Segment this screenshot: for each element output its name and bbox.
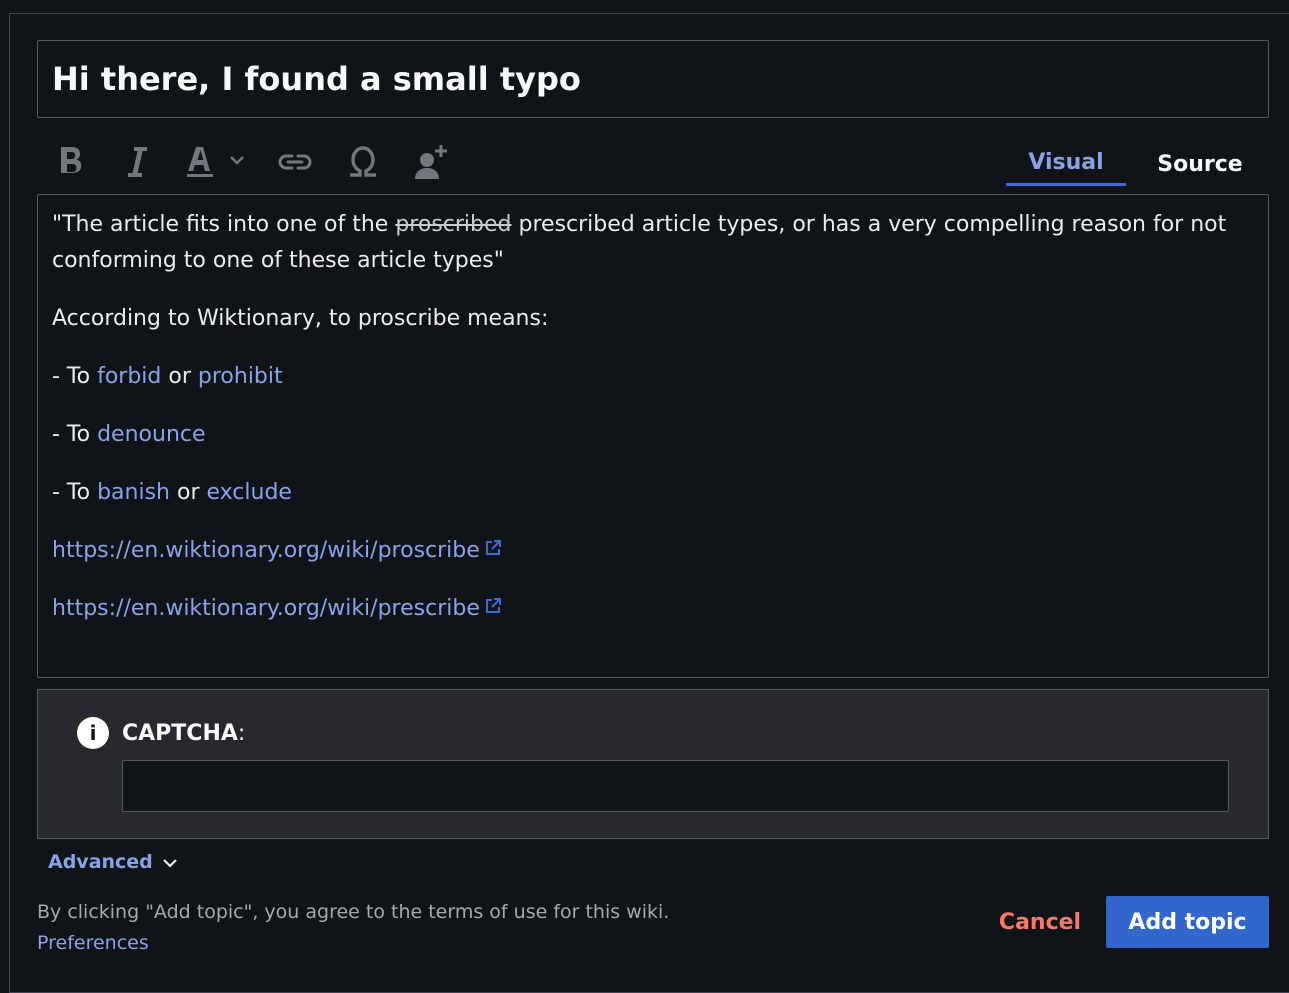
quote-start: "The article fits into one of the — [52, 212, 396, 237]
captcha-section: i CAPTCHA: — [37, 689, 1269, 839]
italic-icon[interactable] — [123, 140, 151, 184]
list-item: - To denounce — [52, 422, 206, 447]
text-style-icon[interactable] — [185, 140, 249, 184]
topic-title-input[interactable] — [52, 41, 1252, 117]
list-item: - To forbid or prohibit — [52, 364, 283, 389]
definition-intro: According to Wiktionary, to proscribe me… — [52, 306, 549, 331]
link-prohibit[interactable]: prohibit — [198, 364, 283, 389]
link-denounce[interactable]: denounce — [97, 422, 205, 447]
url-paragraph: https://en.wiktionary.org/wiki/proscribe — [52, 533, 1254, 569]
struck-word: proscribed — [395, 212, 512, 237]
link-exclude[interactable]: exclude — [207, 480, 292, 505]
bold-icon[interactable] — [55, 140, 87, 184]
advanced-toggle[interactable]: Advanced — [48, 848, 177, 876]
external-link-icon — [484, 591, 502, 627]
external-link-icon — [484, 533, 502, 569]
tab-visual[interactable]: Visual — [1006, 142, 1126, 186]
quote-paragraph: "The article fits into one of the proscr… — [52, 207, 1254, 279]
external-link-proscribe[interactable]: https://en.wiktionary.org/wiki/proscribe — [52, 538, 480, 563]
cancel-button[interactable]: Cancel — [986, 896, 1094, 948]
chevron-down-icon — [163, 851, 177, 873]
link-forbid[interactable]: forbid — [97, 364, 161, 389]
terms-notice: By clicking "Add topic", you agree to th… — [37, 901, 670, 923]
advanced-label: Advanced — [48, 851, 153, 873]
list-item: - To banish or exclude — [52, 480, 292, 505]
preferences-link[interactable]: Preferences — [37, 930, 149, 956]
add-topic-button[interactable]: Add topic — [1106, 896, 1269, 948]
captcha-input[interactable] — [122, 760, 1229, 812]
captcha-label: CAPTCHA: — [122, 721, 246, 746]
link-banish[interactable]: banish — [97, 480, 170, 505]
mention-user-icon[interactable] — [411, 140, 451, 184]
url-paragraph: https://en.wiktionary.org/wiki/prescribe — [52, 591, 1254, 627]
link-icon[interactable] — [275, 140, 315, 184]
tab-source[interactable]: Source — [1137, 142, 1263, 186]
message-body-editor[interactable]: "The article fits into one of the proscr… — [37, 194, 1269, 678]
external-link-prescribe[interactable]: https://en.wiktionary.org/wiki/prescribe — [52, 596, 480, 621]
editor-toolbar: Visual Source — [37, 132, 1269, 192]
topic-title-box[interactable] — [37, 40, 1269, 118]
special-character-icon[interactable] — [343, 140, 383, 184]
info-icon: i — [77, 717, 109, 749]
